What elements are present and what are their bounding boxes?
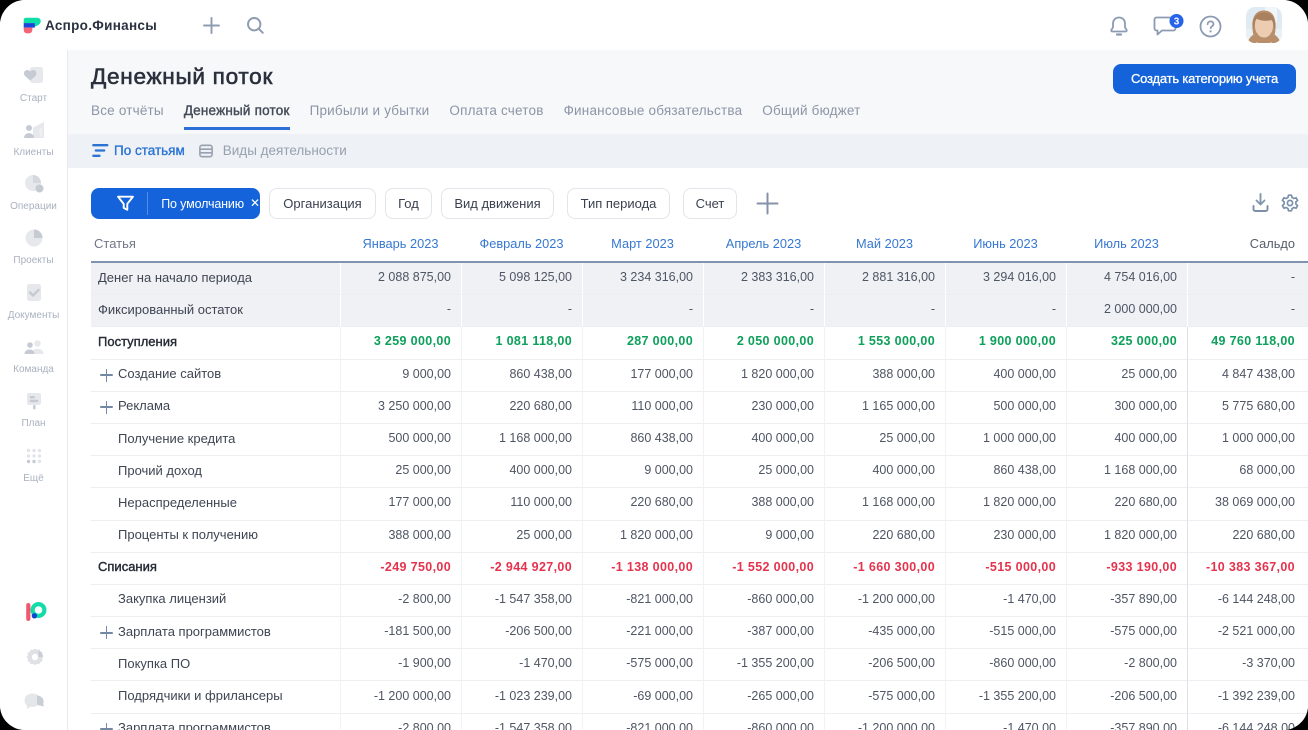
svg-text:3: 3 — [1174, 16, 1180, 27]
